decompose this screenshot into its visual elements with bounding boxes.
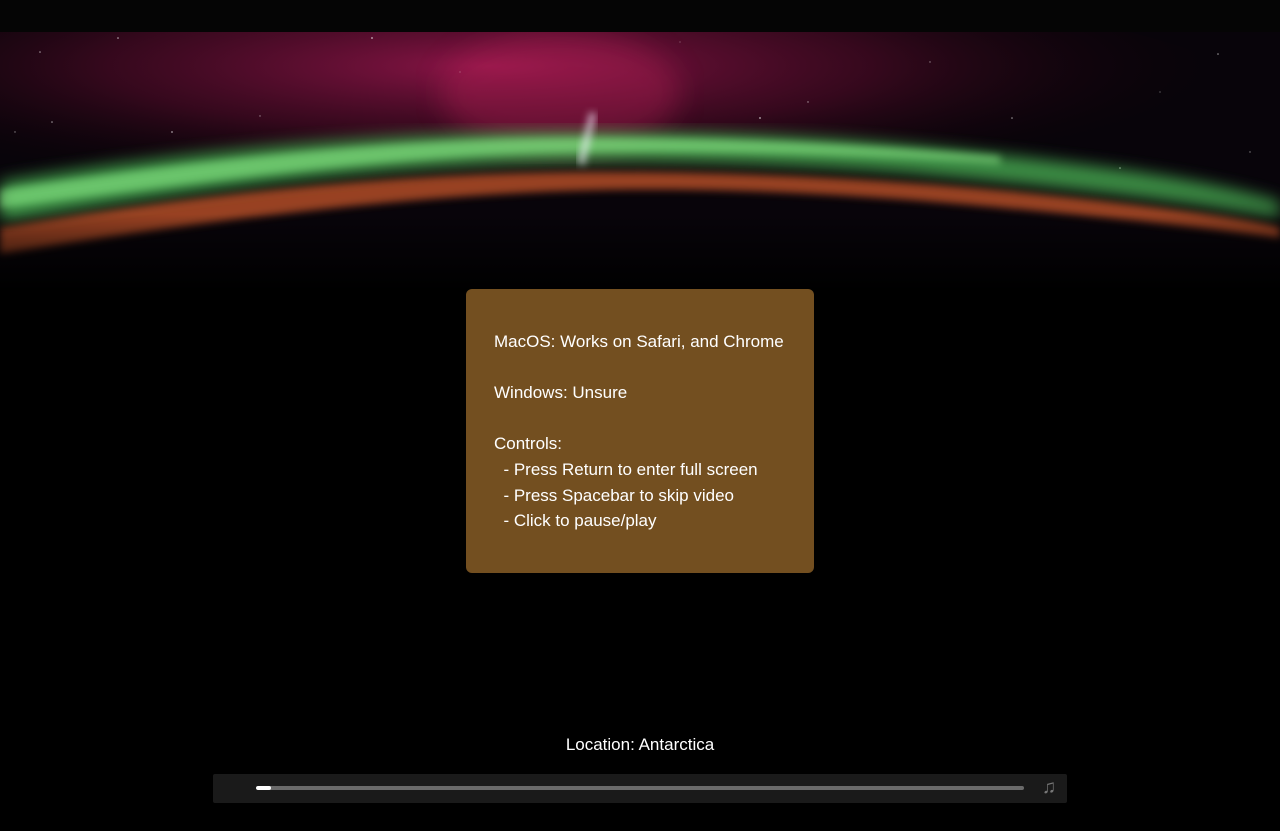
info-control-pause: - Click to pause/play [494, 511, 657, 531]
aurora-scene [0, 32, 1280, 292]
player-control-bar: ♫ [213, 774, 1067, 803]
location-label: Location: Antarctica [565, 735, 715, 754]
info-macos-line: MacOS: Works on Safari, and Chrome [494, 332, 784, 351]
info-control-fullscreen: - Press Return to enter full screen [494, 459, 758, 479]
info-windows-line: Windows: Unsure [494, 383, 628, 403]
aurora-video[interactable] [0, 32, 1280, 292]
info-panel: MacOS: Works on Safari, and Chrome Windo… [466, 289, 814, 573]
info-controls-heading: Controls: [494, 434, 563, 454]
info-control-skip: - Press Spacebar to skip video [494, 485, 735, 505]
screensaver-stage[interactable]: MacOS: Works on Safari, and Chrome Windo… [0, 0, 1280, 831]
music-note-icon[interactable]: ♫ [1039, 778, 1059, 798]
progress-fill [256, 786, 272, 790]
progress-bar[interactable] [256, 786, 1024, 790]
top-band [0, 0, 1280, 32]
